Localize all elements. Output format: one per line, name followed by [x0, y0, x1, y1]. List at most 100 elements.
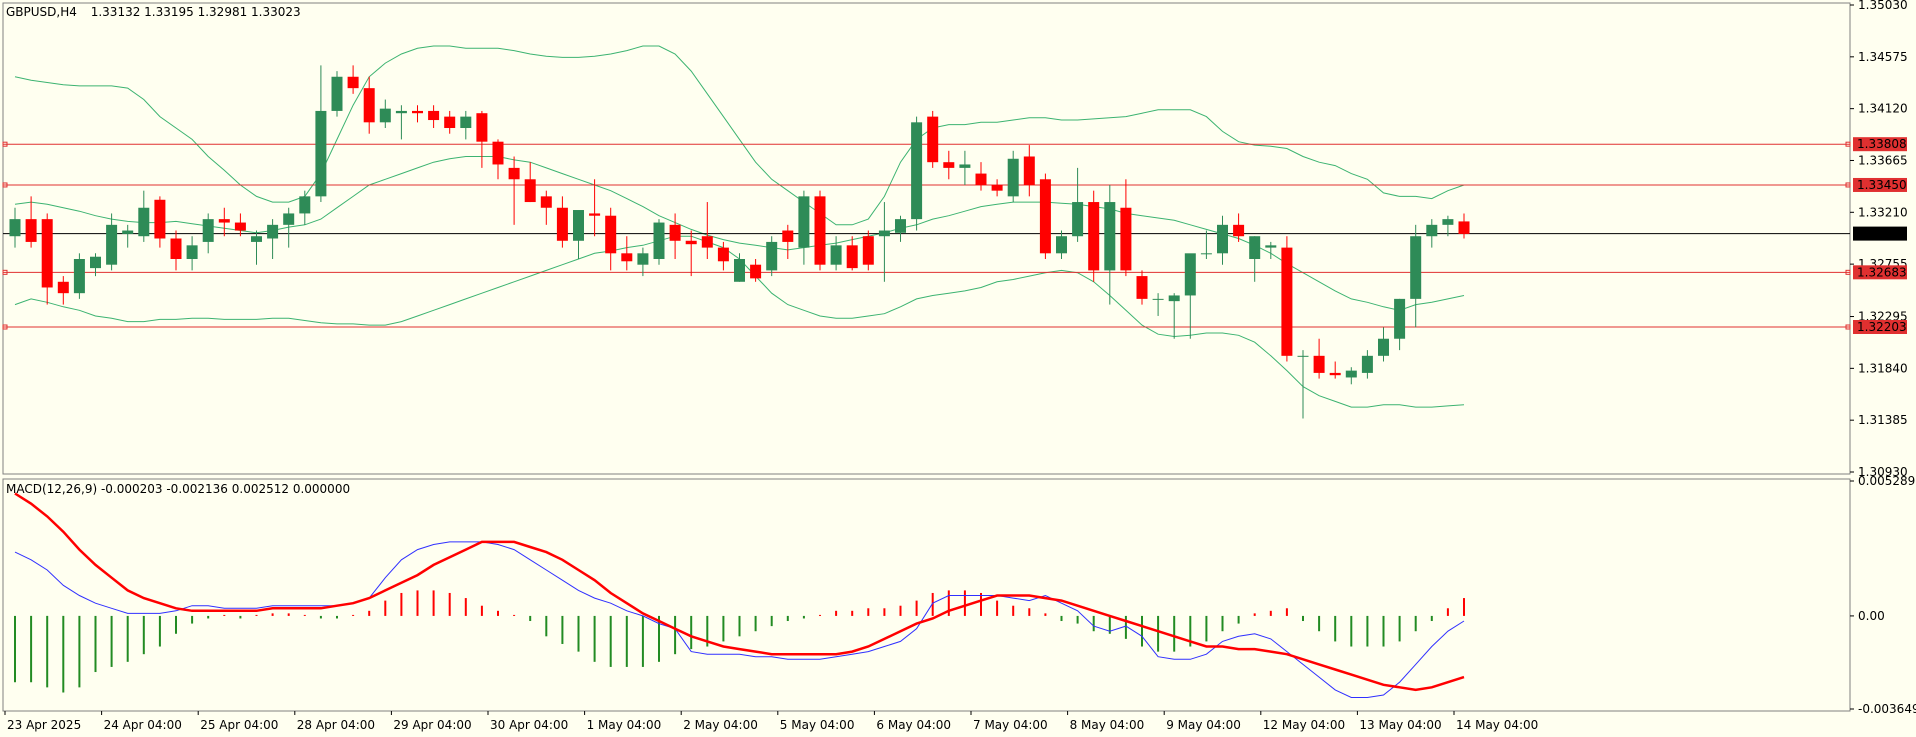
time-tick-label: 7 May 04:00 — [973, 718, 1048, 732]
macd-tick-label: 0.005289 — [1858, 474, 1915, 488]
candle-body — [395, 110, 407, 114]
candle-body — [1297, 355, 1309, 357]
candle-body — [299, 196, 311, 214]
candle-body — [267, 224, 279, 239]
candle-body — [766, 241, 778, 271]
candle-body — [943, 162, 955, 168]
candle-body — [669, 224, 681, 241]
candle-body — [556, 207, 568, 241]
candle-body — [1184, 253, 1196, 296]
candle-body — [363, 88, 375, 123]
candle-body — [170, 238, 182, 260]
candle-body — [911, 122, 923, 220]
candle-body — [685, 240, 697, 245]
candle-body — [315, 110, 327, 197]
candle-body — [186, 245, 198, 260]
macd-tick-label: -0.003649 — [1858, 702, 1916, 716]
candle-body — [202, 219, 214, 242]
time-tick-label: 9 May 04:00 — [1166, 718, 1241, 732]
candle-body — [1007, 158, 1019, 197]
price-tick-label: 1.31385 — [1858, 413, 1908, 427]
candle-body — [1136, 276, 1148, 299]
candle-body — [717, 247, 729, 262]
candle-body — [1329, 372, 1341, 376]
candle-body — [701, 236, 713, 248]
macd-tick-label: 0.00 — [1858, 609, 1885, 623]
candle-body — [1039, 179, 1051, 254]
time-tick-label: 2 May 04:00 — [683, 718, 758, 732]
candle-body — [1458, 221, 1470, 234]
price-tick-label: 1.34120 — [1858, 102, 1908, 116]
candle-body — [927, 116, 939, 163]
ohlc-values: 1.33132 1.33195 1.32981 1.33023 — [91, 5, 301, 19]
candle-body — [57, 281, 69, 294]
candle-body — [1056, 236, 1067, 254]
level-label: 1.32683 — [1857, 265, 1907, 279]
chart-background — [0, 0, 1916, 737]
candle-body — [878, 230, 890, 237]
candle-body — [1233, 224, 1245, 237]
time-tick-label: 30 Apr 04:00 — [490, 718, 568, 732]
candle-body — [605, 215, 617, 254]
candle-body — [234, 222, 246, 231]
symbol-label: GBPUSD,H4 — [6, 5, 77, 19]
candle-body — [41, 219, 53, 288]
candle-body — [1265, 245, 1277, 248]
candle-body — [540, 196, 552, 208]
candle-body — [476, 113, 488, 142]
candle-body — [1410, 236, 1422, 299]
time-tick-label: 5 May 04:00 — [780, 718, 855, 732]
candle-body — [637, 253, 649, 265]
candle-body — [90, 256, 101, 269]
candle-body — [1168, 295, 1180, 302]
time-tick-label: 23 Apr 2025 — [7, 718, 81, 732]
price-tick-label: 1.33665 — [1858, 153, 1908, 167]
candle-body — [412, 110, 423, 114]
candle-body — [959, 164, 971, 168]
time-tick-label: 6 May 04:00 — [876, 718, 951, 732]
candle-body — [621, 253, 633, 262]
candle-body — [846, 245, 858, 269]
candle-body — [1023, 156, 1035, 185]
candle-body — [862, 236, 874, 265]
price-tick-label: 1.35030 — [1858, 0, 1908, 12]
candle-body — [379, 108, 391, 123]
candle-body — [589, 213, 601, 216]
candle-body — [283, 213, 295, 225]
candle-body — [798, 196, 810, 248]
candle-body — [750, 264, 762, 279]
candle-body — [573, 210, 584, 241]
trading-chart[interactable]: 1.350301.345751.341201.336651.332101.327… — [0, 0, 1916, 737]
candle-body — [492, 141, 504, 165]
time-tick-label: 13 May 04:00 — [1359, 718, 1441, 732]
time-tick-label: 24 Apr 04:00 — [104, 718, 182, 732]
candle-body — [1378, 338, 1389, 356]
candle-body — [138, 207, 150, 237]
time-tick-label: 25 Apr 04:00 — [200, 718, 278, 732]
candle-body — [1088, 202, 1100, 271]
candle-body — [508, 167, 520, 180]
level-label: 1.32203 — [1857, 320, 1907, 334]
candle-body — [991, 184, 1003, 191]
candle-body — [734, 259, 745, 282]
symbol-header: GBPUSD,H4 1.33132 1.33195 1.32981 1.3302… — [6, 5, 301, 19]
time-tick-label: 8 May 04:00 — [1070, 718, 1145, 732]
candle-body — [154, 199, 166, 239]
candle-body — [331, 76, 343, 111]
level-label: 1.33450 — [1857, 178, 1907, 192]
time-tick-label: 29 Apr 04:00 — [393, 718, 471, 732]
time-tick-label: 28 Apr 04:00 — [297, 718, 375, 732]
candle-body — [460, 116, 472, 129]
candle-body — [1426, 224, 1438, 237]
candle-body — [1217, 224, 1228, 254]
candle-body — [1152, 298, 1164, 300]
candle-body — [1281, 247, 1293, 356]
candle-body — [1442, 219, 1454, 225]
time-tick-label: 12 May 04:00 — [1263, 718, 1345, 732]
candle-body — [1249, 236, 1261, 260]
candle-body — [428, 110, 440, 121]
candle-body — [1345, 370, 1357, 378]
candle-body — [653, 222, 665, 260]
candle-body — [106, 224, 118, 265]
candle-body — [895, 219, 906, 233]
